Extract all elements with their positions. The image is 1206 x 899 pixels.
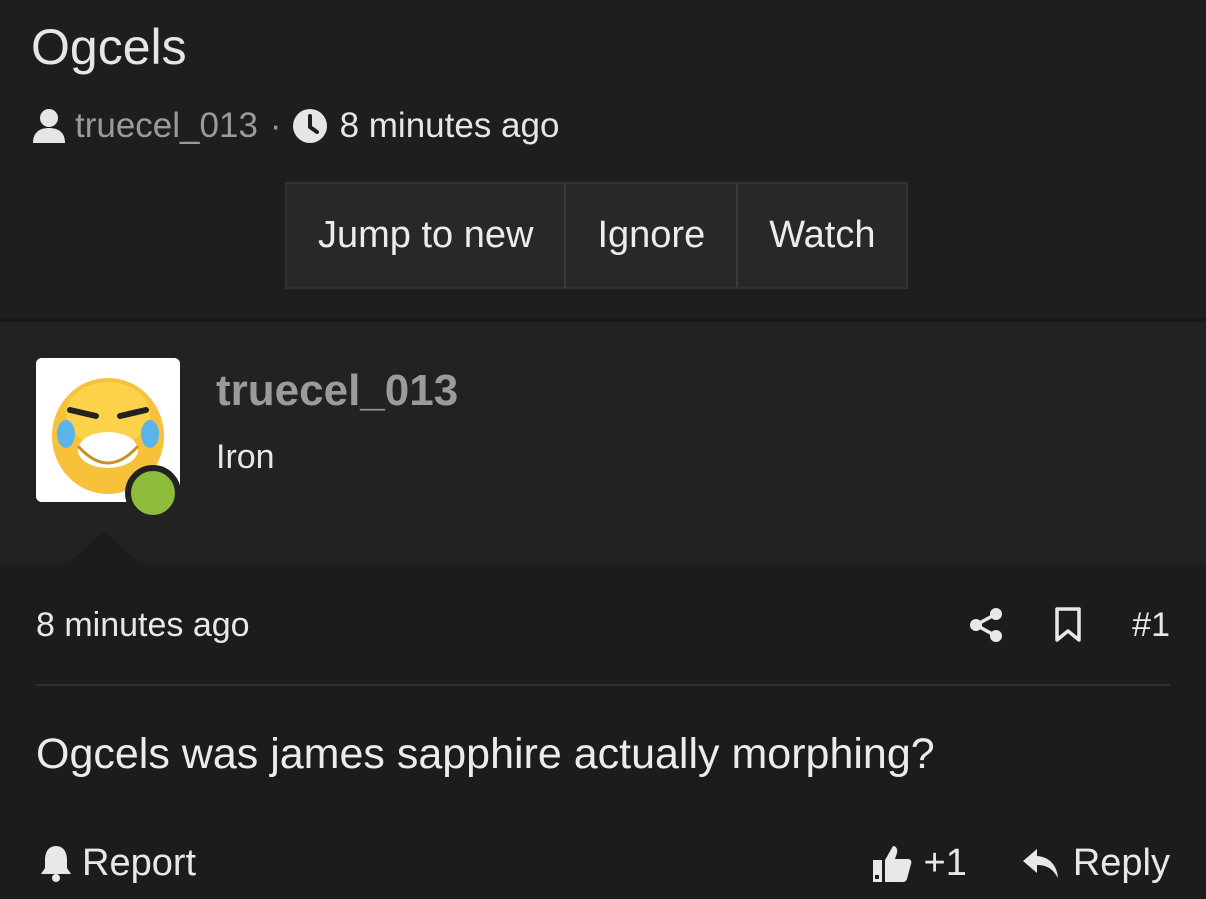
thumbs-up-icon [870,841,914,885]
like-count: +1 [923,841,967,884]
post-footer: Report +1 Reply [36,838,1170,888]
post-meta-actions: #1 [922,605,1170,645]
user-block-arrow [68,531,140,564]
user-icon [31,106,67,146]
post-user-block: truecel_013 Iron [0,322,1206,564]
like-button[interactable]: +1 [870,841,967,885]
bell-icon [36,841,76,885]
thread-action-buttons: Jump to new Ignore Watch [285,182,909,289]
report-button[interactable]: Report [36,841,196,885]
online-status-dot [125,465,181,521]
post-footer-actions: +1 Reply [870,841,1170,885]
reply-icon [1019,841,1063,885]
post-user-name[interactable]: truecel_013 [216,366,458,416]
bookmark-icon[interactable] [1050,605,1086,645]
report-label: Report [82,841,197,884]
thread-meta: truecel_013 · 8 minutes ago [31,104,559,148]
jump-to-new-button[interactable]: Jump to new [287,184,567,287]
post-user-title: Iron [216,438,275,476]
thread-time[interactable]: 8 minutes ago [340,106,560,146]
post-date[interactable]: 8 minutes ago [36,606,250,645]
thread-author[interactable]: truecel_013 [75,106,258,146]
thread-header: Ogcels truecel_013 · 8 minutes ago Jump … [0,0,1206,320]
thread-title: Ogcels [31,19,187,75]
reply-button[interactable]: Reply [1019,841,1170,885]
post-meta: 8 minutes ago #1 [36,600,1170,650]
post-body: Ogcels was james sapphire actually morph… [36,730,935,778]
share-icon[interactable] [968,605,1004,645]
post-number[interactable]: #1 [1132,606,1170,645]
ignore-button[interactable]: Ignore [566,184,739,287]
meta-separator: · [269,106,282,145]
reply-label: Reply [1072,841,1170,884]
post-divider [36,684,1170,686]
clock-icon [292,106,328,146]
watch-button[interactable]: Watch [738,184,907,287]
